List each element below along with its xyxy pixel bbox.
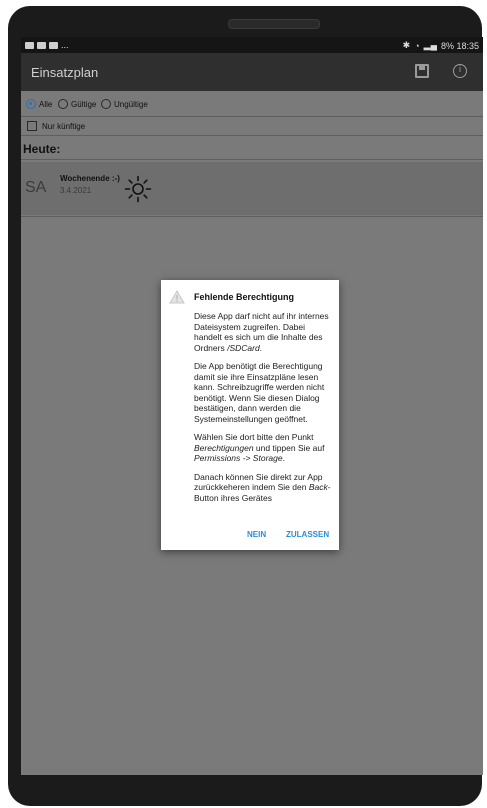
- dialog-paragraph: Diese App darf nicht auf ihr internes Da…: [194, 311, 334, 353]
- save-icon[interactable]: [415, 64, 429, 78]
- speaker-grille: [228, 19, 320, 29]
- dialog-text-emphasis: Berechtigungen: [194, 442, 254, 453]
- youtube-icon: [49, 41, 58, 49]
- future-only-checkbox[interactable]: [27, 121, 37, 131]
- dialog-paragraph: Wählen Sie dort bitte den Punkt Berechti…: [194, 432, 334, 464]
- future-only-label[interactable]: Nur künftige: [42, 122, 85, 131]
- entry-date: 3.4.2021: [60, 186, 92, 195]
- divider: [21, 135, 483, 136]
- allow-button[interactable]: ZULASSEN: [286, 530, 329, 539]
- info-icon[interactable]: i: [453, 64, 467, 78]
- gallery-icon: [37, 41, 46, 49]
- entry-day: SA: [25, 179, 47, 196]
- status-bar: ... ✱ ◔ ▂▄ 8% 18:35: [21, 37, 483, 53]
- warning-icon: [169, 290, 185, 304]
- divider: [21, 159, 483, 160]
- deny-button[interactable]: NEIN: [247, 530, 266, 539]
- radio-gueltige[interactable]: [58, 99, 68, 109]
- section-today-heading: Heute:: [23, 142, 61, 156]
- dialog-text: .: [259, 342, 263, 353]
- app-bar: Einsatzplan i: [21, 53, 483, 91]
- divider: [21, 216, 483, 217]
- battery-and-clock: 8% 18:35: [440, 40, 479, 51]
- radio-ungueltige[interactable]: [101, 99, 111, 109]
- permission-dialog: Fehlende Berechtigung Diese App darf nic…: [161, 280, 339, 550]
- filter-radio-group: Alle Gültige Ungültige: [21, 95, 483, 115]
- status-notifications: ...: [25, 40, 69, 50]
- dialog-text: .: [282, 453, 285, 463]
- dialog-text-emphasis: /SDCard: [227, 342, 260, 353]
- app-title: Einsatzplan: [31, 65, 99, 80]
- dialog-text: Danach können Sie direkt zur App zurückk…: [194, 471, 323, 493]
- dialog-paragraph: Die App benötigt die Berechtigung damit …: [194, 361, 325, 424]
- dialog-paragraph: Danach können Sie direkt zur App zurückk…: [194, 472, 334, 504]
- dialog-message: Diese App darf nicht auf ihr internes Da…: [194, 311, 334, 516]
- radio-alle[interactable]: [26, 99, 36, 109]
- dialog-text-emphasis: Permissions -> Storage: [194, 453, 283, 463]
- bluetooth-icon: ✱: [402, 40, 411, 50]
- radio-gueltige-label[interactable]: Gültige: [71, 100, 96, 109]
- dialog-text: Wählen Sie dort bitte den Punkt: [194, 432, 314, 442]
- radio-alle-label[interactable]: Alle: [39, 100, 52, 109]
- screen: ... ✱ ◔ ▂▄ 8% 18:35 Einsatzplan i Alle G…: [21, 37, 483, 775]
- wifi-icon: ◔: [414, 40, 420, 51]
- schedule-entry[interactable]: SA Wochenende :-) 3.4.2021: [21, 162, 483, 215]
- radio-ungueltige-label[interactable]: Ungültige: [114, 100, 148, 109]
- dialog-text-emphasis: Back: [308, 482, 328, 492]
- signal-icon: ▂▄: [423, 40, 437, 50]
- status-more: ...: [61, 40, 69, 50]
- divider: [21, 116, 483, 117]
- status-right: ✱ ◔ ▂▄ 8% 18:35: [403, 40, 479, 51]
- dialog-text: und tippen Sie auf: [253, 442, 325, 453]
- dialog-title: Fehlende Berechtigung: [194, 292, 295, 302]
- sun-icon: [124, 175, 152, 203]
- mail-icon: [25, 41, 34, 49]
- entry-title: Wochenende :-): [60, 174, 120, 183]
